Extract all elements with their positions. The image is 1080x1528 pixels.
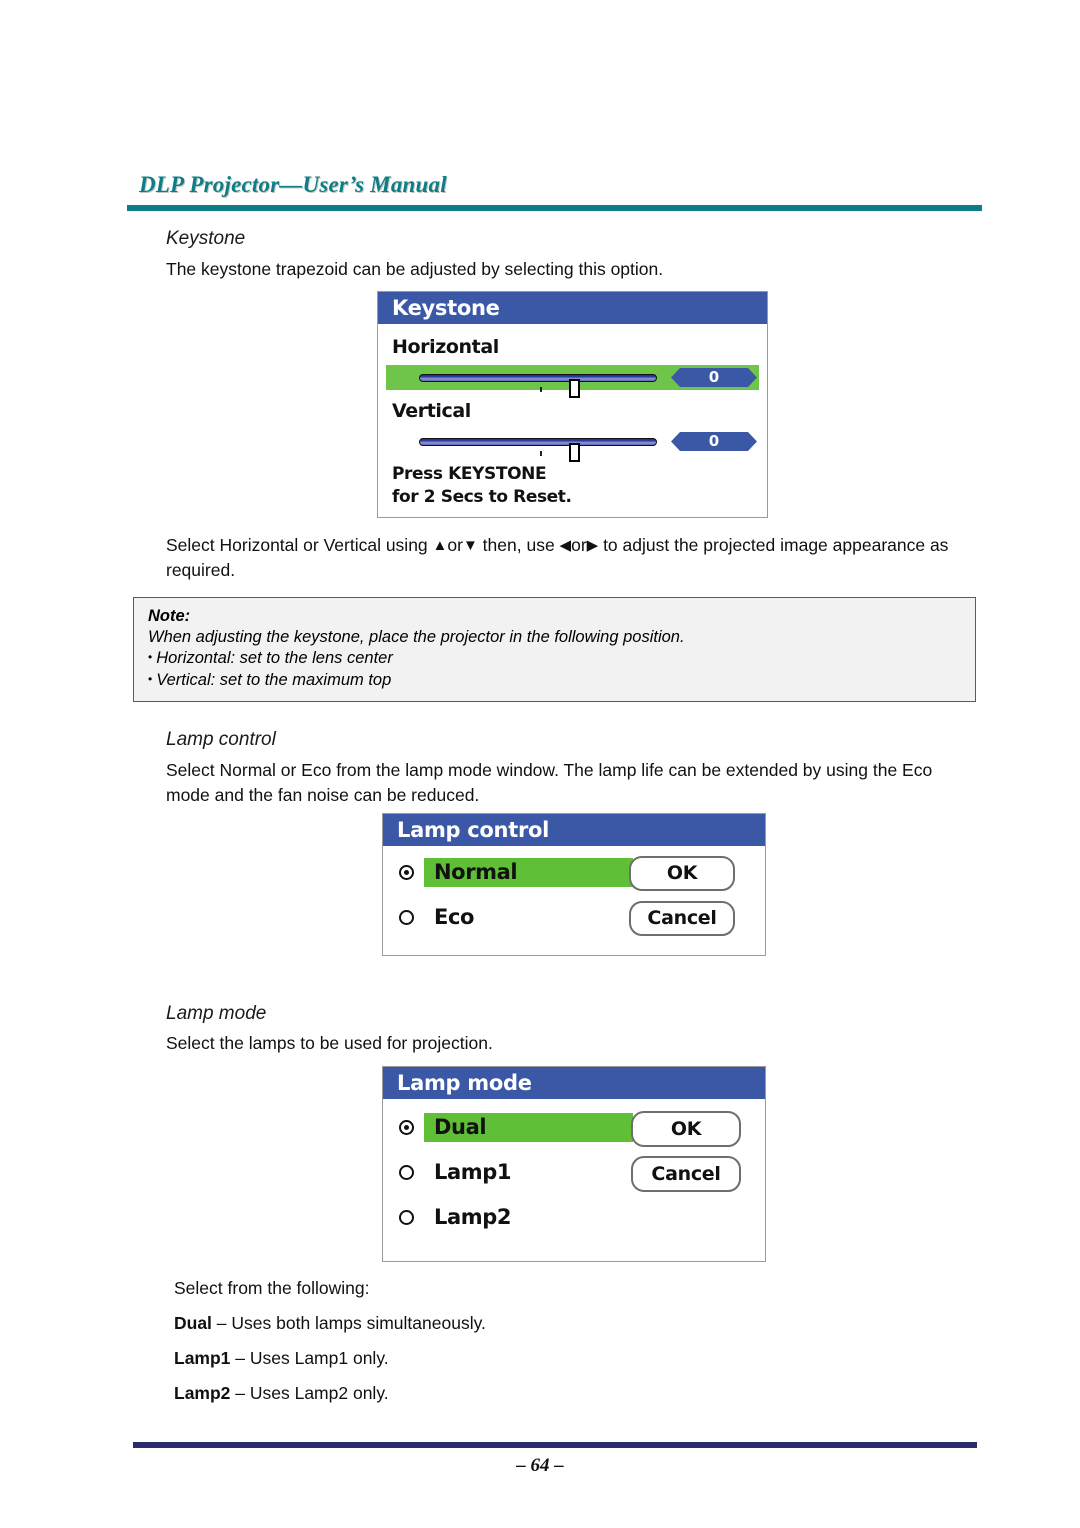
radio-selected-icon[interactable] [399, 865, 414, 880]
definition-lamp2-term: Lamp2 [174, 1383, 231, 1403]
keystone-reset-hint-line1: Press KEYSTONE [392, 464, 547, 484]
definition-lamp2: Lamp2 – Uses Lamp2 only. [174, 1381, 389, 1406]
lamp-mode-option-lamp2-label: Lamp2 [434, 1205, 512, 1229]
osd-keystone-body: Horizontal 0 Vertical 0 Press KEYSTONE f… [378, 324, 767, 517]
note-line-1: When adjusting the keystone, place the p… [148, 628, 685, 646]
lamp-control-option-normal-label: Normal [424, 858, 633, 887]
definition-lamp2-desc: – Uses Lamp2 only. [230, 1383, 389, 1403]
osd-dialog-keystone[interactable]: Keystone Horizontal 0 Vertical 0 Press K… [377, 291, 768, 518]
definition-dual-term: Dual [174, 1313, 212, 1333]
definition-lamp1-term: Lamp1 [174, 1348, 231, 1368]
slider-thumb-icon[interactable] [569, 379, 580, 398]
osd-dialog-lamp-mode[interactable]: Lamp mode Dual Lamp1 Lamp2 OK Cancel [382, 1066, 766, 1262]
keystone-vertical-label: Vertical [392, 400, 471, 422]
keystone-reset-hint-line2: for 2 Secs to Reset. [392, 487, 572, 507]
section-heading-keystone: Keystone [166, 228, 246, 249]
slider-thumb-icon[interactable] [569, 443, 580, 462]
note-bullet-horizontal: Horizontal: set to the lens center [148, 648, 963, 670]
osd-dialog-lamp-control[interactable]: Lamp control Normal Eco OK Cancel [382, 813, 766, 956]
keystone-vertical-slider[interactable] [419, 438, 657, 462]
lamp-control-ok-button[interactable]: OK [629, 856, 735, 891]
lamp-mode-select-prompt: Select from the following: [174, 1278, 370, 1298]
definition-dual: Dual – Uses both lamps simultaneously. [174, 1311, 486, 1336]
keystone-vertical-row[interactable]: 0 [386, 429, 759, 462]
instructions-or-2: or [571, 535, 587, 555]
lamp-mode-ok-button[interactable]: OK [631, 1111, 741, 1147]
arrow-down-icon: ▼ [462, 537, 478, 554]
definition-dual-desc: – Uses both lamps simultaneously. [211, 1313, 486, 1333]
lamp-control-intro-text: Select Normal or Eco from the lamp mode … [166, 760, 933, 805]
lamp-mode-intro-text: Select the lamps to be used for projecti… [166, 1033, 493, 1053]
lamp-control-cancel-button[interactable]: Cancel [629, 901, 735, 936]
osd-lamp-mode-body: Dual Lamp1 Lamp2 OK Cancel [383, 1099, 765, 1261]
slider-center-tick-icon [540, 451, 542, 456]
note-box: Note: When adjusting the keystone, place… [133, 597, 976, 702]
instructions-part-1: Select Horizontal or Vertical using [166, 535, 433, 555]
lamp-control-option-eco-label: Eco [434, 905, 475, 929]
radio-unselected-icon[interactable] [399, 910, 414, 925]
page-header: DLP Projector—User’s Manual [127, 172, 982, 211]
arrow-left-icon: ◀ [559, 537, 572, 554]
manual-page: DLP Projector—User’s Manual Keystone The… [0, 0, 1080, 1528]
osd-lamp-mode-title: Lamp mode [383, 1067, 765, 1099]
radio-unselected-icon[interactable] [399, 1210, 414, 1225]
footer-rule [133, 1442, 977, 1448]
radio-unselected-icon[interactable] [399, 1165, 414, 1180]
section-heading-lamp-mode: Lamp mode [166, 1003, 267, 1024]
keystone-horizontal-label: Horizontal [392, 336, 499, 358]
keystone-intro-text: The keystone trapezoid can be adjusted b… [166, 259, 664, 279]
osd-keystone-title: Keystone [378, 292, 767, 324]
keystone-instructions: Select Horizontal or Vertical using ▲or▼… [166, 533, 978, 583]
note-title: Note: [148, 607, 191, 625]
definition-lamp1-desc: – Uses Lamp1 only. [230, 1348, 389, 1368]
section-heading-lamp-control: Lamp control [166, 729, 276, 750]
keystone-vertical-value: 0 [671, 432, 757, 451]
slider-center-tick-icon [540, 387, 542, 392]
instructions-or-1: or [447, 535, 463, 555]
note-bullet-vertical: Vertical: set to the maximum top [148, 670, 963, 692]
radio-selected-icon[interactable] [399, 1120, 414, 1135]
lamp-mode-option-dual-label: Dual [424, 1113, 633, 1142]
lamp-mode-option-lamp1-label: Lamp1 [434, 1160, 512, 1184]
page-number: – 64 – [516, 1455, 564, 1476]
lamp-mode-cancel-button[interactable]: Cancel [631, 1156, 741, 1192]
header-title: DLP Projector—User’s Manual [139, 172, 447, 197]
arrow-up-icon: ▲ [432, 537, 448, 554]
keystone-horizontal-value: 0 [671, 368, 757, 387]
osd-lamp-control-body: Normal Eco OK Cancel [383, 846, 765, 955]
definition-lamp1: Lamp1 – Uses Lamp1 only. [174, 1346, 389, 1371]
keystone-horizontal-slider[interactable] [419, 374, 657, 398]
instructions-part-2: then, use [477, 535, 560, 555]
osd-lamp-control-title: Lamp control [383, 814, 765, 846]
arrow-right-icon: ▶ [586, 537, 599, 554]
keystone-horizontal-row[interactable]: 0 [386, 365, 759, 398]
header-rule [127, 205, 982, 211]
